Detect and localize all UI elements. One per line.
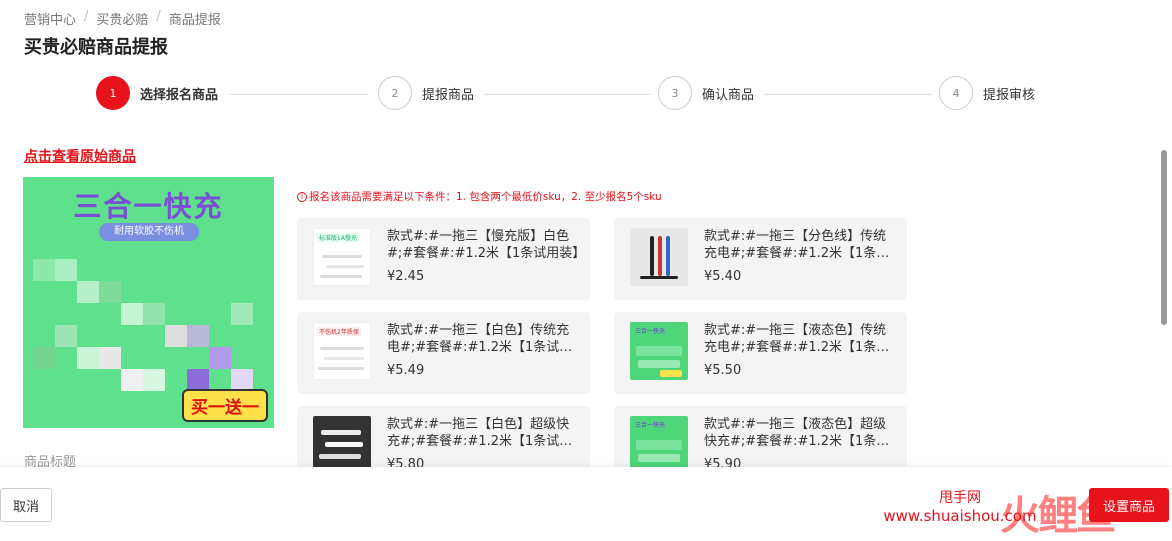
step-1: 1 选择报名商品 <box>96 76 218 110</box>
thumbnail-tag: 标准版1A慢充 <box>317 233 359 242</box>
breadcrumb-separator: / <box>84 9 89 24</box>
breadcrumb: 营销中心 / 买贵必赔 / 商品提报 <box>24 9 221 28</box>
sku-card[interactable]: 三合一快充 款式#:#一拖三【液态色】传统充电#;#套餐#:#1.2米【1条试用… <box>614 312 907 394</box>
sku-name: 款式#:#一拖三【白色】超级快充#;#套餐#:#1.2米【1条试用装】 <box>387 417 573 449</box>
page-title: 买贵必赔商品提报 <box>24 37 168 58</box>
step-4: 4 提报审核 <box>939 76 1035 110</box>
sku-thumbnail <box>630 228 688 286</box>
step-3: 3 确认商品 <box>658 76 754 110</box>
footer-action-bar: 取消 火鲤鱼 甩手网 www.shuaishou.com 设置商品 <box>0 467 1172 539</box>
image-subtitle: 耐用软胶不伤机 <box>99 223 199 241</box>
sku-card[interactable]: 不伤机2年质保 款式#:#一拖三【白色】传统充电#;#套餐#:#1.2米【1条试… <box>297 312 590 394</box>
sku-price: ¥5.40 <box>704 269 742 284</box>
sku-name: 款式#:#一拖三【液态色】超级快充#;#套餐#:#1.2米【1条试用装】 <box>704 417 890 449</box>
image-headline: 三合一快充 <box>73 190 224 223</box>
sku-name: 款式#:#一拖三【白色】传统充电#;#套餐#:#1.2米【1条试用装】 <box>387 323 573 355</box>
page-scrollbar[interactable] <box>1161 150 1167 325</box>
watermark-brand: 甩手网 <box>939 490 981 506</box>
image-mosaic <box>33 249 263 399</box>
watermark: 甩手网 www.shuaishou.com <box>880 487 1040 525</box>
notice-text: 报名该商品需要满足以下条件：1. 包含两个最低价sku，2. 至少报名5个sku <box>309 191 662 203</box>
breadcrumb-item-price-guarantee[interactable]: 买贵必赔 <box>96 9 148 28</box>
main-product-image: 三合一快充 耐用软胶不伤机 买一送一 <box>23 177 274 428</box>
thumbnail-tag: 三合一快充 <box>635 422 666 429</box>
sku-name: 款式#:#一拖三【分色线】传统充电#;#套餐#:#1.2米【1条试用装】 <box>704 229 890 261</box>
step-connector <box>484 94 650 95</box>
sku-card[interactable]: 款式#:#一拖三【白色】超级快充#;#套餐#:#1.2米【1条试用装】 ¥5.8… <box>297 406 590 468</box>
info-icon: i <box>297 191 307 202</box>
sku-name: 款式#:#一拖三【慢充版】白色#;#套餐#:#1.2米【1条试用装】 <box>387 229 580 261</box>
thumbnail-tag: 三合一快充 <box>635 328 666 335</box>
cancel-button[interactable]: 取消 <box>0 488 52 522</box>
step-number: 1 <box>96 76 130 110</box>
sku-card[interactable]: 标准版1A慢充 款式#:#一拖三【慢充版】白色#;#套餐#:#1.2米【1条试用… <box>297 218 590 300</box>
sku-price: ¥5.49 <box>387 363 425 378</box>
step-label: 提报审核 <box>983 87 1036 103</box>
image-promo-badge: 买一送一 <box>182 389 268 422</box>
step-indicator: 1 选择报名商品 2 提报商品 3 确认商品 4 提报审核 <box>96 76 1136 112</box>
sku-card[interactable]: 款式#:#一拖三【分色线】传统充电#;#套餐#:#1.2米【1条试用装】 ¥5.… <box>614 218 907 300</box>
step-label: 提报商品 <box>422 87 475 103</box>
breadcrumb-item-current: 商品提报 <box>168 13 221 28</box>
step-number: 2 <box>378 76 412 110</box>
step-connector <box>230 94 368 95</box>
breadcrumb-item-marketing[interactable]: 营销中心 <box>24 9 76 28</box>
sku-price: ¥2.45 <box>387 269 425 284</box>
sku-thumbnail: 三合一快充 <box>630 416 688 468</box>
sku-thumbnail <box>313 416 371 468</box>
step-number: 4 <box>939 76 973 110</box>
sku-price: ¥5.50 <box>704 363 742 378</box>
view-original-product-link[interactable]: 点击查看原始商品 <box>24 146 136 166</box>
watermark-url: www.shuaishou.com <box>883 507 1037 525</box>
step-connector <box>764 94 932 95</box>
breadcrumb-separator: / <box>156 9 161 24</box>
sku-thumbnail: 不伤机2年质保 <box>313 322 371 380</box>
step-label: 选择报名商品 <box>140 87 219 103</box>
step-number: 3 <box>658 76 692 110</box>
thumbnail-tag: 不伤机2年质保 <box>317 327 361 336</box>
set-product-button[interactable]: 设置商品 <box>1089 488 1169 522</box>
step-label: 确认商品 <box>702 87 755 103</box>
sku-card[interactable]: 三合一快充 款式#:#一拖三【液态色】超级快充#;#套餐#:#1.2米【1条试用… <box>614 406 907 468</box>
sku-thumbnail: 三合一快充 <box>630 322 688 380</box>
sku-card-list: 标准版1A慢充 款式#:#一拖三【慢充版】白色#;#套餐#:#1.2米【1条试用… <box>297 218 917 468</box>
sku-thumbnail: 标准版1A慢充 <box>313 228 371 286</box>
requirement-notice: i 报名该商品需要满足以下条件：1. 包含两个最低价sku，2. 至少报名5个s… <box>297 189 662 204</box>
step-2: 2 提报商品 <box>378 76 474 110</box>
sku-name: 款式#:#一拖三【液态色】传统充电#;#套餐#:#1.2米【1条试用装】 <box>704 323 890 355</box>
